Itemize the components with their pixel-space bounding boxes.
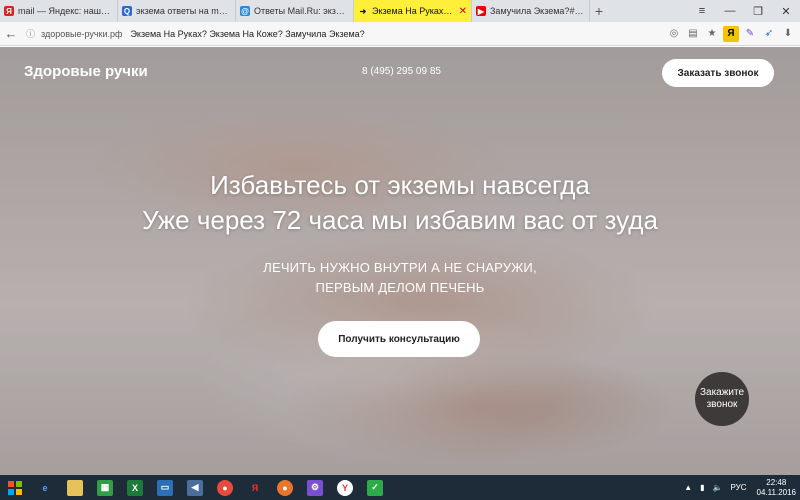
explorer-folder-icon[interactable] xyxy=(60,475,90,500)
monitor-icon[interactable]: ▭ xyxy=(150,475,180,500)
phone-number: 8 (495) 295 09 85 xyxy=(362,66,441,77)
site-logo[interactable]: Здоровые ручки xyxy=(24,63,148,80)
hero-background: Здоровые ручки 8 (495) 295 09 85 Заказат… xyxy=(0,47,800,475)
url-domain: здоровые-ручки.рф xyxy=(41,28,123,39)
chrome-icon[interactable]: ● xyxy=(210,475,240,500)
pen-extension-icon[interactable]: ✎ xyxy=(742,26,758,42)
yandex-icon[interactable]: Я xyxy=(240,475,270,500)
tab-youtube[interactable]: ▶ Замучила Экзема?#ЭКЗЕМ xyxy=(472,0,590,22)
start-button[interactable] xyxy=(0,475,30,500)
site-info-icon[interactable]: ⓘ xyxy=(26,27,35,40)
url-field[interactable]: ⓘ здоровые-ручки.рф Экзема На Руках? Экз… xyxy=(22,25,663,43)
youtube-icon: ▶ xyxy=(476,6,486,16)
protect-icon[interactable]: ◎ xyxy=(666,26,682,42)
hero-headline-1: Избавьтесь от экземы навсегда xyxy=(210,170,590,200)
close-tab-icon[interactable]: ✕ xyxy=(459,6,467,17)
system-tray: ▲ ▮ 🔈 РУС 22:48 04.11.2016 xyxy=(684,475,796,500)
callback-widget-label: Закажите звонок xyxy=(700,387,744,411)
back-arrow-icon[interactable]: ← xyxy=(0,22,22,46)
arrow-icon: ➜ xyxy=(359,6,367,16)
bookmark-star-icon[interactable]: ★ xyxy=(704,26,720,42)
windows-logo-icon xyxy=(8,480,22,495)
clock-time: 22:48 xyxy=(766,477,787,487)
get-consultation-button[interactable]: Получить консультацию xyxy=(318,321,480,357)
language-indicator[interactable]: РУС xyxy=(731,483,747,492)
menu-icon[interactable]: ≡ xyxy=(688,0,716,22)
tab-label: Экзема На Руках? Экзе xyxy=(372,6,456,16)
callback-widget-button[interactable]: Закажите звонок xyxy=(695,372,749,426)
firefox-icon[interactable]: ● xyxy=(270,475,300,500)
windows-taskbar: e ▦ X ▭ ◀ ● Я ● ⚙ Y ✓ ▲ ▮ 🔈 РУС 22:48 04… xyxy=(0,475,800,500)
browser-tab-bar: Я mail — Яндекс: нашлось 56 Q экзема отв… xyxy=(0,0,800,22)
tab-mailru-answers[interactable]: @ Ответы Mail.Ru: экзема xyxy=(236,0,354,22)
settings-gear-icon[interactable]: ⚙ xyxy=(300,475,330,500)
tab-label: mail — Яндекс: нашлось 56 xyxy=(18,6,113,16)
address-bar-icons: ◎ ▤ ★ Я ✎ ➶ ⬇ xyxy=(663,25,800,42)
clock[interactable]: 22:48 04.11.2016 xyxy=(757,478,796,498)
feather-extension-icon[interactable]: ➶ xyxy=(761,26,777,42)
callback-line-2: звонок xyxy=(706,399,738,410)
maximize-icon[interactable]: ❐ xyxy=(744,0,772,22)
tab-label: Ответы Mail.Ru: экзема xyxy=(254,6,349,16)
network-icon[interactable]: ▮ xyxy=(700,483,704,492)
hero-headline-2: Уже через 72 часа мы избавим вас от зуда xyxy=(142,205,658,235)
address-bar: ← ⓘ здоровые-ручки.рф Экзема На Руках? Э… xyxy=(0,22,800,46)
callback-line-1: Закажите xyxy=(699,387,745,398)
tab-label: Замучила Экзема?#ЭКЗЕМ xyxy=(490,6,585,16)
reader-icon[interactable]: ▤ xyxy=(685,26,701,42)
hero-section: Здоровые ручки 8 (495) 295 09 85 Заказат… xyxy=(0,47,800,475)
excel-icon[interactable]: X xyxy=(120,475,150,500)
tab-label: экзема ответы на mail - 1 xyxy=(136,6,231,16)
download-icon[interactable]: ⬇ xyxy=(780,26,796,42)
tab-eczema-active[interactable]: ➜ Экзема На Руках? Экзе ✕ xyxy=(354,0,472,22)
hero-subtitle-2: ПЕРВЫМ ДЕЛОМ ПЕЧЕНЬ xyxy=(315,280,485,295)
tab-yandex-mail[interactable]: Я mail — Яндекс: нашлось 56 xyxy=(0,0,118,22)
window-controls: ≡ — ❐ ✕ xyxy=(688,0,800,22)
close-window-icon[interactable]: ✕ xyxy=(772,0,800,22)
yandex-mail-icon: Я xyxy=(4,6,14,16)
media-player-icon[interactable]: ◀ xyxy=(180,475,210,500)
yandex-extension-icon[interactable]: Я xyxy=(723,25,739,42)
clock-date: 04.11.2016 xyxy=(756,487,796,497)
volume-icon[interactable]: 🔈 xyxy=(713,483,723,492)
yandex-browser-icon[interactable]: Y xyxy=(330,475,360,500)
tray-arrow-icon[interactable]: ▲ xyxy=(684,483,692,492)
shield-icon[interactable]: ✓ xyxy=(360,475,390,500)
calculator-icon[interactable]: ▦ xyxy=(90,475,120,500)
search-icon: Q xyxy=(122,6,132,16)
minimize-icon[interactable]: — xyxy=(716,0,744,22)
order-call-button[interactable]: Заказать звонок xyxy=(662,59,774,87)
hero-subtitle-1: ЛЕЧИТЬ НУЖНО ВНУТРИ А НЕ СНАРУЖИ, xyxy=(263,260,537,275)
url-title: Экзема На Руках? Экзема На Коже? Замучил… xyxy=(130,28,365,39)
mailru-answers-icon: @ xyxy=(240,6,250,16)
new-tab-button[interactable]: + xyxy=(590,0,608,22)
tab-search-eczema[interactable]: Q экзема ответы на mail - 1 xyxy=(118,0,236,22)
ie-icon[interactable]: e xyxy=(30,475,60,500)
